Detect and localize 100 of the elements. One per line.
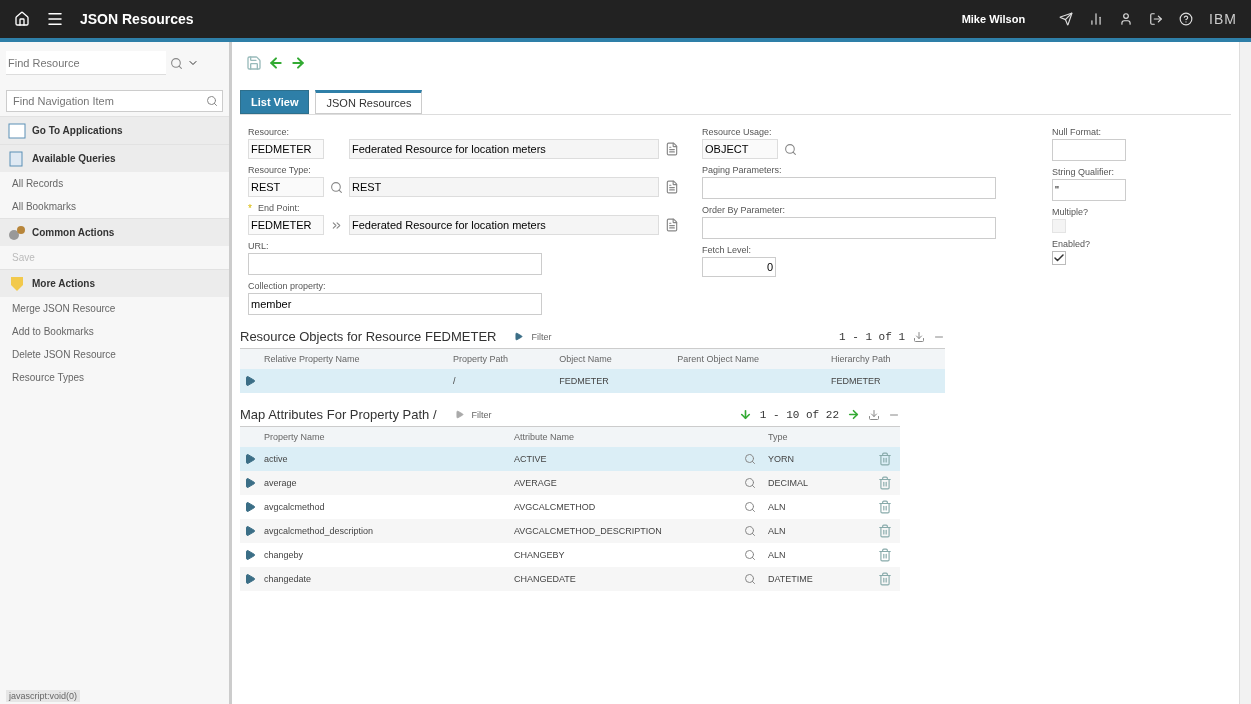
search-field[interactable]: Find Navigation Item	[11, 94, 191, 108]
menu-item[interactable]: Merge JSON Resource	[0, 297, 229, 320]
input-field[interactable]: REST	[248, 177, 324, 197]
filter-link[interactable]: Filter	[471, 409, 492, 420]
table-cell: YORN	[768, 454, 794, 464]
find-field[interactable]: Find Resource	[0, 42, 229, 84]
search-icon	[170, 56, 183, 70]
input-field[interactable]: "	[1052, 179, 1126, 201]
delete-icon[interactable]	[878, 500, 892, 514]
field-label: Null Format:	[1052, 127, 1102, 137]
table-cell: CHANGEBY	[514, 550, 565, 560]
table-cell: FEDMETER	[830, 376, 881, 386]
document-icon	[665, 218, 679, 232]
menu-item[interactable]: Delete JSON Resource	[0, 343, 229, 366]
search-field[interactable]: Find Navigation Item	[6, 90, 223, 112]
search-icon	[744, 477, 756, 489]
field-label: URL:	[248, 241, 270, 251]
section-title: Resource Objects for Resource FEDMETER	[240, 329, 497, 344]
app-title: JSON Resources	[80, 11, 195, 27]
input-field[interactable]	[702, 217, 996, 239]
input-field[interactable]	[702, 177, 996, 199]
table-cell: ACTIVE	[514, 454, 547, 464]
menu-item[interactable]: Resource Types	[0, 366, 229, 389]
delete-icon[interactable]	[878, 452, 892, 466]
field-label: Resource Type:	[248, 165, 312, 175]
table-row[interactable]: avgcalcmethod_description AVGCALCMETHOD_DESCRIPTION ALN	[240, 519, 900, 543]
play-icon[interactable]	[454, 410, 464, 419]
chart-icon	[1089, 12, 1104, 26]
user-name: Mike Wilson	[961, 13, 1026, 25]
menu-item[interactable]: Add to Bookmarks	[0, 320, 229, 343]
section-header[interactable]: Go To Applications	[0, 116, 229, 144]
menu-item[interactable]: All Bookmarks	[0, 195, 229, 218]
help-icon	[1179, 12, 1194, 26]
save-icon	[246, 55, 262, 71]
search-icon	[744, 525, 756, 537]
window-icon	[8, 122, 26, 139]
menu-item[interactable]: All Records	[0, 172, 229, 195]
user-icon	[1119, 12, 1134, 26]
table-cell: ALN	[768, 526, 786, 536]
table-row[interactable]: / FEDMETER FEDMETER	[240, 369, 945, 393]
column-header: Attribute Name	[513, 431, 576, 444]
expand-icon[interactable]	[244, 453, 256, 465]
brand-logo: IBM	[1209, 11, 1237, 27]
table-row[interactable]: changedate CHANGEDATE DATETIME	[240, 567, 900, 591]
description-field[interactable]: Federated Resource for location meters	[349, 215, 659, 235]
expand-icon[interactable]	[244, 525, 256, 537]
table-row[interactable]: average AVERAGE DECIMAL	[240, 471, 900, 495]
expand-icon[interactable]	[244, 549, 256, 561]
expand-icon[interactable]	[244, 375, 256, 387]
find-field[interactable]: Find Resource	[6, 51, 166, 75]
column-header: Type	[767, 431, 789, 444]
description-field[interactable]: Federated Resource for location meters	[349, 139, 659, 159]
input-field[interactable]: FEDMETER	[248, 139, 324, 159]
tab[interactable]: List View	[240, 90, 310, 114]
logout-icon	[1149, 12, 1164, 26]
input-field[interactable]: FEDMETER	[248, 215, 324, 235]
table-cell: DECIMAL	[768, 478, 808, 488]
field-label: Fetch Level:	[702, 245, 753, 255]
scrollbar[interactable]	[1239, 42, 1251, 704]
section-header[interactable]: Available Queries	[0, 144, 229, 172]
search-icon	[744, 549, 756, 561]
expand-icon[interactable]	[244, 501, 256, 513]
delete-icon[interactable]	[878, 524, 892, 538]
section-header[interactable]: Common Actions	[0, 218, 229, 246]
filter-link[interactable]: Filter	[531, 331, 552, 342]
field-label: Paging Parameters:	[702, 165, 783, 175]
input-field[interactable]: member	[248, 293, 542, 315]
field-label: Collection property:	[248, 281, 327, 291]
input-field[interactable]: 0	[702, 257, 776, 277]
column-header: Property Name	[263, 431, 326, 444]
description-field[interactable]: REST	[349, 177, 659, 197]
download-icon	[913, 330, 925, 343]
tab[interactable]: JSON Resources	[315, 90, 423, 114]
section-title: Map Attributes For Property Path /	[240, 407, 437, 422]
expand-icon[interactable]	[244, 573, 256, 585]
input-field[interactable]: OBJECT	[702, 139, 778, 159]
play-icon[interactable]	[514, 332, 524, 341]
status-text: javascript:void(0)	[6, 690, 81, 702]
search-icon	[744, 573, 756, 585]
expand-icon[interactable]	[244, 477, 256, 489]
column-header: Parent Object Name	[676, 353, 760, 366]
field-label: String Qualifier:	[1052, 167, 1116, 177]
table-row[interactable]: active ACTIVE YORN	[240, 447, 900, 471]
input-field[interactable]	[248, 253, 542, 275]
input-field[interactable]	[1052, 139, 1126, 161]
delete-icon[interactable]	[878, 572, 892, 586]
home-icon	[14, 11, 30, 27]
send-icon	[1059, 12, 1074, 26]
table-cell: changedate	[264, 574, 312, 584]
table-cell: changeby	[264, 550, 304, 560]
search-icon	[330, 180, 343, 194]
checkbox[interactable]	[1052, 251, 1066, 265]
down-icon	[738, 408, 752, 421]
delete-icon[interactable]	[878, 476, 892, 490]
field-label: Resource Usage:	[702, 127, 773, 137]
field-label: Enabled?	[1052, 239, 1092, 249]
section-header[interactable]: More Actions	[0, 269, 229, 297]
document-icon	[665, 142, 679, 156]
delete-icon[interactable]	[878, 548, 892, 562]
field-label: Resource:	[248, 127, 291, 137]
